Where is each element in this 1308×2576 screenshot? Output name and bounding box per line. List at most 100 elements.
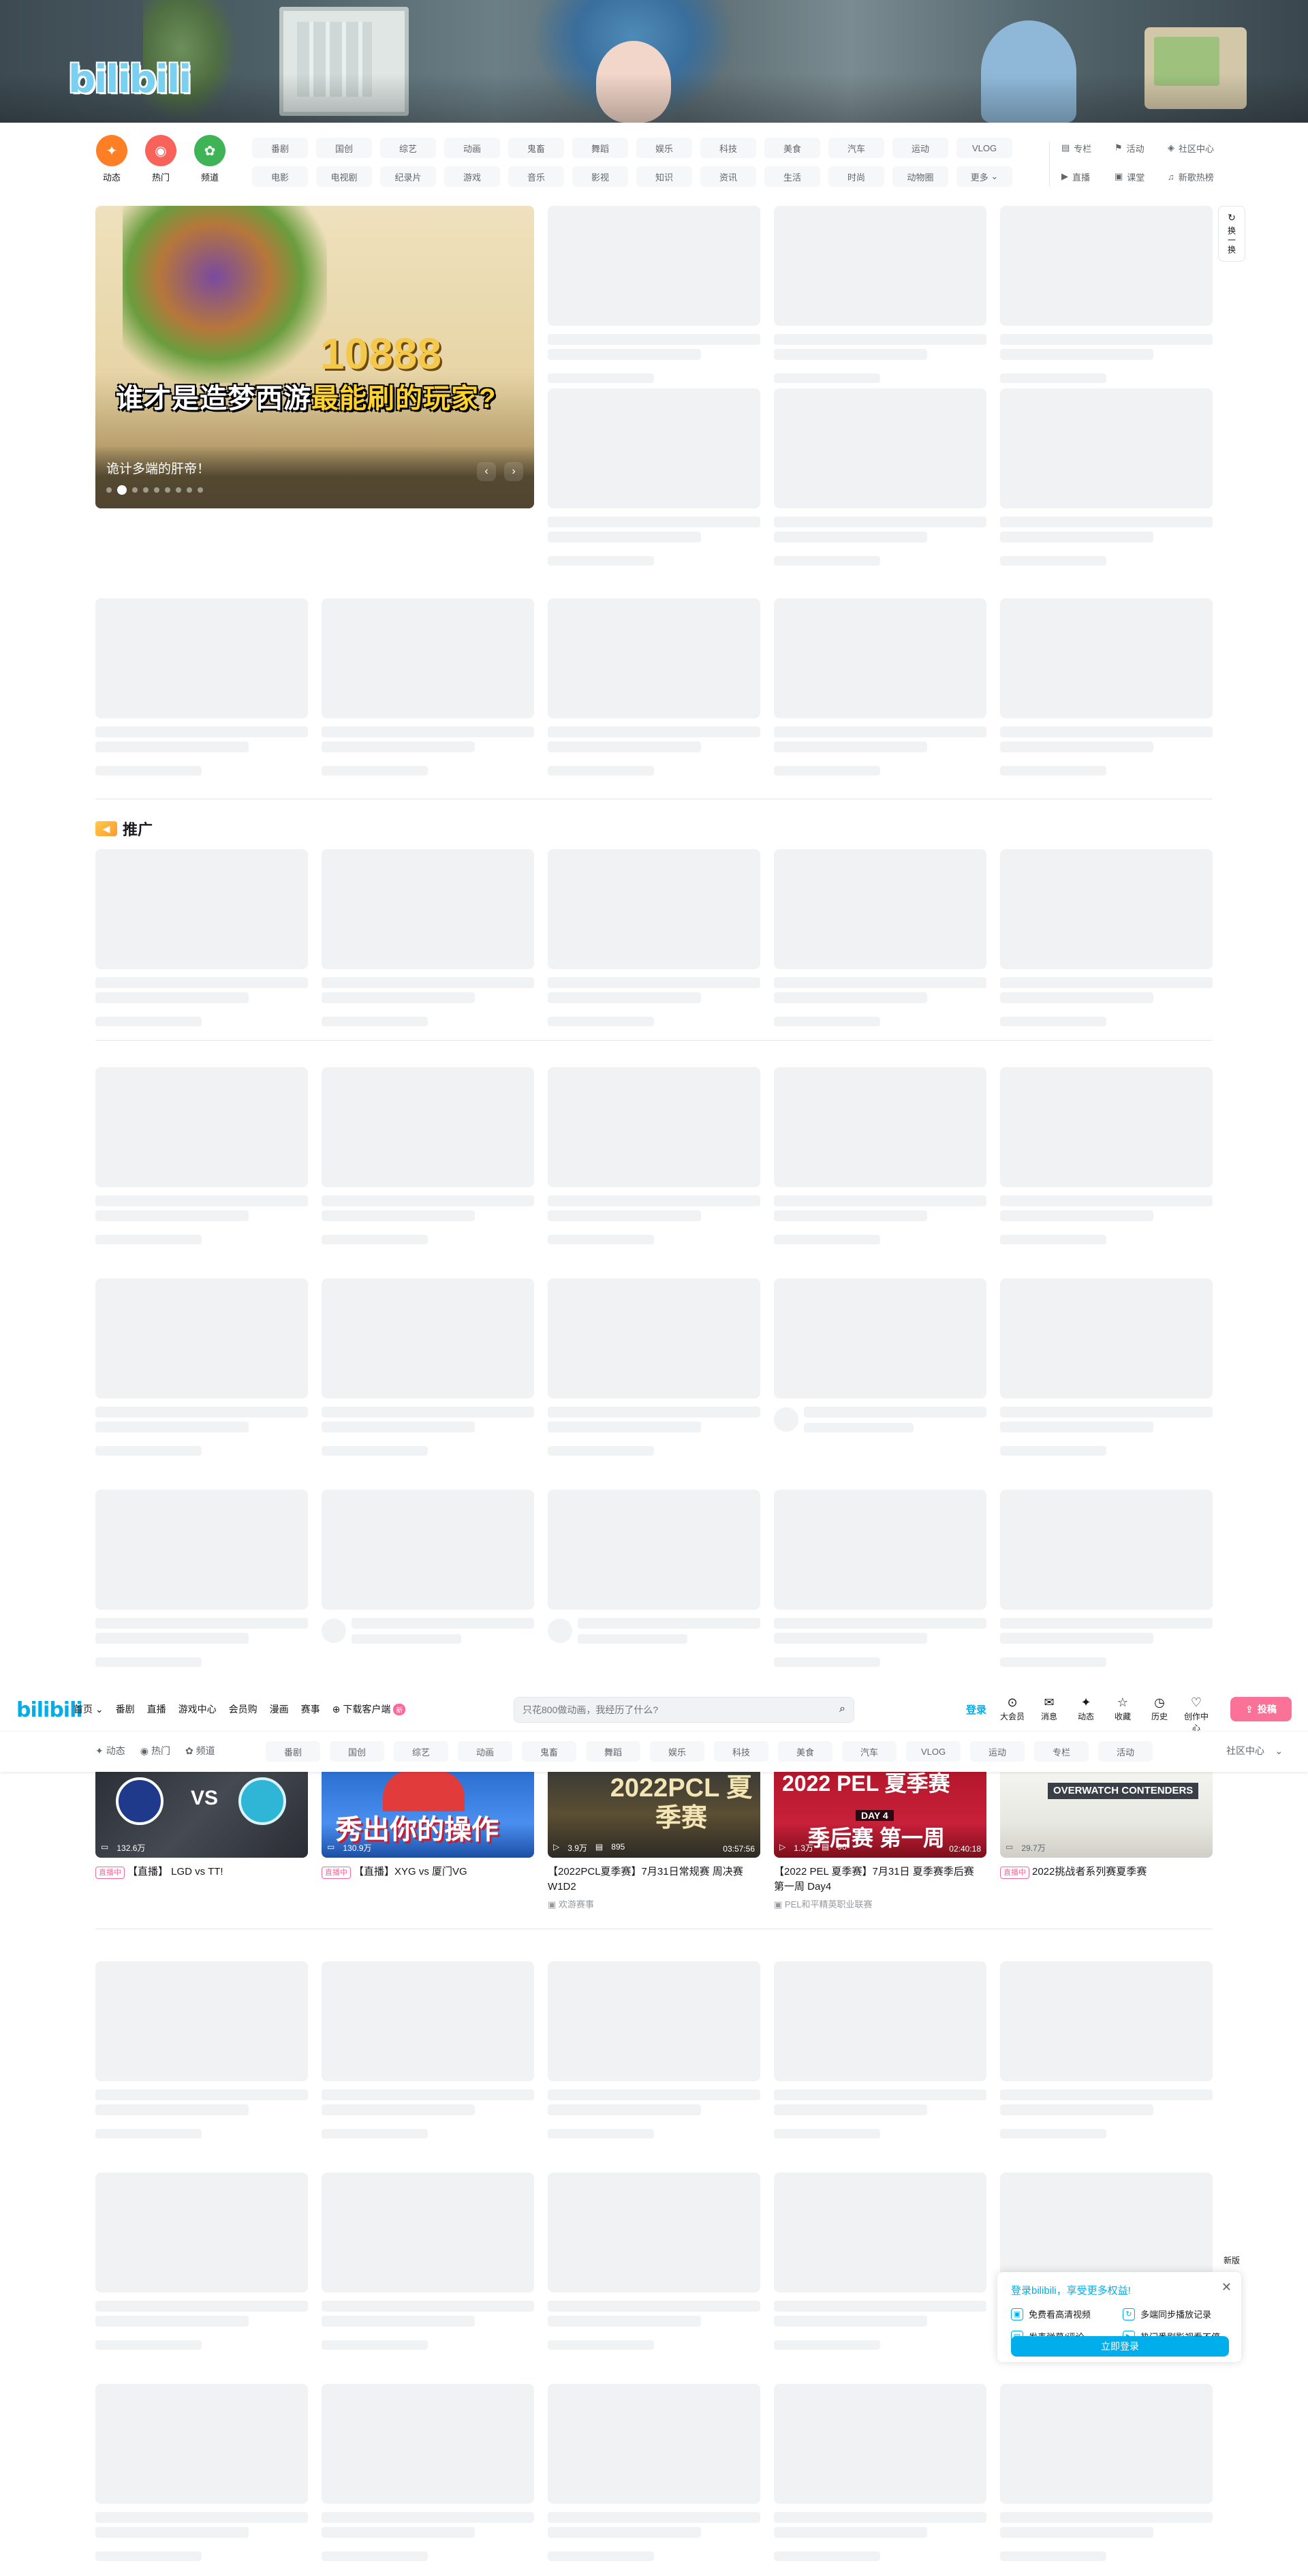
- nav-esports[interactable]: 赛事: [301, 1702, 320, 1716]
- nav-game-center[interactable]: 游戏中心: [178, 1702, 217, 1716]
- refresh-button[interactable]: ↻ 换一换: [1218, 206, 1245, 262]
- video-thumbnail[interactable]: VS ▭ 132.6万: [95, 1770, 308, 1858]
- channel-chip[interactable]: 活动: [1098, 1741, 1153, 1762]
- uploader-name[interactable]: 欢游赛事: [559, 1899, 594, 1910]
- side-link-class[interactable]: ▣ 课堂: [1109, 166, 1162, 187]
- channel-chip[interactable]: 电视剧: [316, 166, 372, 187]
- channel-chip[interactable]: 综艺: [394, 1741, 448, 1762]
- channel-chip[interactable]: 运动: [970, 1741, 1025, 1762]
- channel-chip[interactable]: 舞蹈: [586, 1741, 640, 1762]
- channel-chip[interactable]: 番剧: [252, 138, 308, 158]
- carousel-dot[interactable]: [187, 487, 192, 493]
- header-vip[interactable]: ⊙ 大会员: [999, 1696, 1026, 1734]
- channel-chip[interactable]: 娱乐: [650, 1741, 704, 1762]
- nav-live[interactable]: 直播: [147, 1702, 166, 1716]
- video-title[interactable]: 2022挑战者系列赛夏季赛: [1032, 1866, 1147, 1877]
- carousel-dot[interactable]: [154, 487, 159, 493]
- channel-channel[interactable]: ✿ 频道: [193, 135, 226, 183]
- channel-chip[interactable]: 影视: [572, 166, 628, 187]
- side-link-community[interactable]: ◈ 社区中心: [1162, 138, 1215, 158]
- video-title[interactable]: 【2022 PEL 夏季赛】7月31日 夏季赛季后赛 第一周 Day4: [774, 1865, 986, 1895]
- hero-carousel[interactable]: 10888 谁才是造梦西游最能刷的玩家? 诡计多端的肝帝！ ‹ ›: [95, 206, 534, 508]
- video-thumbnail[interactable]: 2022 PEL 夏季赛 DAY 4 季后赛 第一周 ▷ 1.3万 ▤ 96 02:4…: [774, 1770, 986, 1858]
- header-history[interactable]: ◷ 历史: [1146, 1696, 1173, 1734]
- video-thumbnail[interactable]: 秀出你的操作 ▭ 130.9万: [322, 1770, 534, 1858]
- sub-channel[interactable]: ✿ 频道: [185, 1744, 215, 1758]
- channel-chip[interactable]: 时尚: [828, 166, 884, 187]
- bilibili-logo[interactable]: bilibili: [16, 1698, 83, 1722]
- channel-chip[interactable]: 动画: [444, 138, 500, 158]
- channel-chip[interactable]: 知识: [636, 166, 692, 187]
- side-link-activity[interactable]: ⚑ 活动: [1109, 138, 1162, 158]
- header-message[interactable]: ✉ 消息: [1036, 1696, 1063, 1734]
- nav-home[interactable]: 首页 ⌄: [74, 1702, 104, 1716]
- channel-chip[interactable]: 音乐: [508, 166, 564, 187]
- login-link[interactable]: 登录: [966, 1702, 986, 1717]
- channel-chip[interactable]: 综艺: [380, 138, 436, 158]
- download-client-link[interactable]: ⊕ 下载客户端 新: [332, 1702, 406, 1716]
- channel-dynamic[interactable]: ✦ 动态: [95, 135, 128, 183]
- header-creator[interactable]: ♡ 创作中心: [1183, 1696, 1210, 1734]
- sub-dynamic[interactable]: ✦ 动态: [95, 1744, 125, 1758]
- channel-chip[interactable]: 科技: [714, 1741, 768, 1762]
- channel-chip[interactable]: 鬼畜: [522, 1741, 576, 1762]
- channel-chip[interactable]: 国创: [316, 138, 372, 158]
- channel-chip[interactable]: 科技: [700, 138, 756, 158]
- carousel-dot[interactable]: [106, 487, 112, 493]
- channel-chip[interactable]: 国创: [330, 1741, 384, 1762]
- channel-chip[interactable]: 鬼畜: [508, 138, 564, 158]
- video-title[interactable]: 【直播】 LGD vs TT!: [127, 1866, 223, 1877]
- carousel-dot[interactable]: [165, 487, 170, 493]
- channel-chip[interactable]: 美食: [764, 138, 820, 158]
- carousel-caption[interactable]: 诡计多端的肝帝！: [106, 459, 210, 477]
- channel-hot[interactable]: ◉ 热门: [144, 135, 177, 183]
- nav-anime[interactable]: 番剧: [116, 1702, 135, 1716]
- carousel-dot[interactable]: [176, 487, 181, 493]
- channel-chip[interactable]: 番剧: [266, 1741, 320, 1762]
- video-card[interactable]: 2022 PEL 夏季赛 DAY 4 季后赛 第一周 ▷ 1.3万 ▤ 96 02:4…: [774, 1770, 986, 1910]
- channel-chip[interactable]: 汽车: [842, 1741, 897, 1762]
- channel-chip[interactable]: 专栏: [1034, 1741, 1089, 1762]
- video-thumbnail[interactable]: 2022PCL 夏季赛 ▷ 3.9万 ▤ 895 03:57:56: [548, 1770, 760, 1858]
- carousel-dot[interactable]: [132, 487, 138, 493]
- header-favorite[interactable]: ☆ 收藏: [1109, 1696, 1136, 1734]
- chevron-left-icon[interactable]: ‹: [477, 462, 496, 481]
- channel-chip[interactable]: VLOG: [956, 138, 1012, 158]
- nav-manga[interactable]: 漫画: [270, 1702, 289, 1716]
- video-thumbnail[interactable]: OVERWATCH CONTENDERS ▭ 29.7万: [1000, 1770, 1213, 1858]
- bilibili-logo[interactable]: bilibili: [68, 57, 191, 102]
- video-card[interactable]: VS ▭ 132.6万 直播中 【直播】 LGD vs TT!: [95, 1770, 308, 1880]
- channel-chip[interactable]: 运动: [892, 138, 948, 158]
- carousel-dot[interactable]: [198, 487, 203, 493]
- header-dynamic[interactable]: ✦ 动态: [1072, 1696, 1100, 1734]
- uploader-name[interactable]: PEL和平精英职业联赛: [785, 1899, 873, 1910]
- video-title[interactable]: 【直播】XYG vs 厦门VG: [354, 1866, 467, 1877]
- video-card[interactable]: 秀出你的操作 ▭ 130.9万 直播中 【直播】XYG vs 厦门VG: [322, 1770, 534, 1880]
- channel-chip[interactable]: VLOG: [906, 1741, 961, 1762]
- video-card[interactable]: OVERWATCH CONTENDERS ▭ 29.7万 直播中 2022挑战者系列…: [1000, 1770, 1213, 1880]
- channel-chip[interactable]: 资讯: [700, 166, 756, 187]
- channel-chip[interactable]: 舞蹈: [572, 138, 628, 158]
- channel-chip[interactable]: 游戏: [444, 166, 500, 187]
- sub-more[interactable]: 社区中心 ⌄: [1226, 1744, 1283, 1758]
- carousel-dot[interactable]: [143, 487, 149, 493]
- chevron-right-icon[interactable]: ›: [504, 462, 523, 481]
- nav-mall[interactable]: 会员购: [229, 1702, 258, 1716]
- channel-more-chip[interactable]: 更多 ⌄: [956, 166, 1012, 187]
- channel-chip[interactable]: 电影: [252, 166, 308, 187]
- channel-chip[interactable]: 美食: [778, 1741, 832, 1762]
- video-card[interactable]: 2022PCL 夏季赛 ▷ 3.9万 ▤ 895 03:57:56 【2022PCL夏…: [548, 1770, 760, 1910]
- channel-chip[interactable]: 汽车: [828, 138, 884, 158]
- channel-chip[interactable]: 生活: [764, 166, 820, 187]
- search-input[interactable]: [523, 1703, 809, 1717]
- video-title[interactable]: 【2022PCL夏季赛】7月31日常规赛 周决赛 W1D2: [548, 1865, 760, 1895]
- close-icon[interactable]: ✕: [1221, 2280, 1232, 2295]
- login-now-button[interactable]: 立即登录: [1011, 2336, 1229, 2357]
- side-link-live[interactable]: ▶ 直播: [1056, 166, 1109, 187]
- side-link-music[interactable]: ♫ 新歌热榜: [1162, 166, 1215, 187]
- channel-chip[interactable]: 纪录片: [380, 166, 436, 187]
- channel-chip[interactable]: 娱乐: [636, 138, 692, 158]
- search-icon[interactable]: ⌕: [839, 1703, 845, 1715]
- side-link-column[interactable]: ▤ 专栏: [1056, 138, 1109, 158]
- upload-button[interactable]: ⇪ 投稿: [1230, 1697, 1292, 1721]
